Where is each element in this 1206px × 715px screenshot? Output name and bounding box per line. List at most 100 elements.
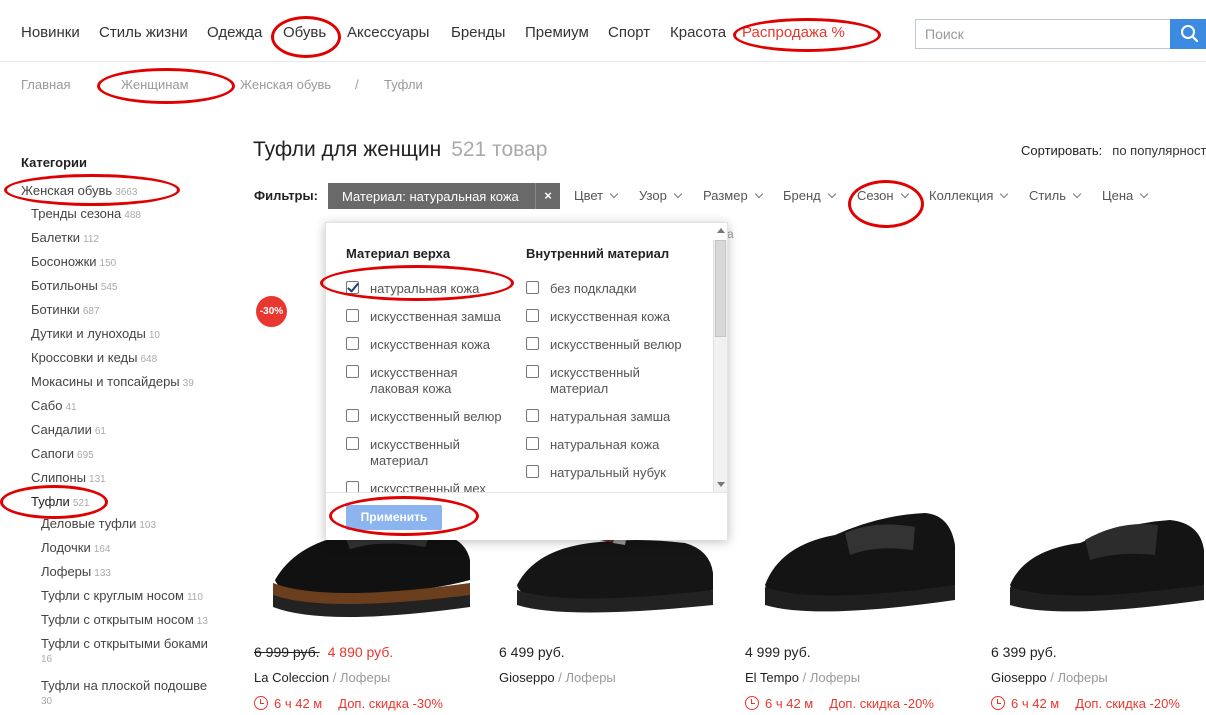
- dropdown-footer: Применить: [326, 492, 727, 540]
- brand-name: Gioseppo: [991, 670, 1047, 685]
- active-filter-text: Материал: натуральная кожа: [342, 189, 519, 204]
- product-brand-1[interactable]: La Coleccion / Лоферы: [254, 670, 390, 685]
- filters-label: Фильтры:: [254, 188, 318, 203]
- sidebar-item-sandals[interactable]: Сандалии 61: [31, 422, 106, 440]
- filter-season[interactable]: Сезон: [857, 188, 909, 203]
- checkbox[interactable]: [346, 409, 359, 422]
- apply-button[interactable]: Применить: [346, 505, 442, 530]
- sidebar-item-count: 103: [139, 520, 157, 531]
- discount-badge: -30%: [256, 296, 287, 327]
- sidebar-item-count: 521: [72, 498, 90, 509]
- checkbox[interactable]: [346, 337, 359, 350]
- product-brand-3[interactable]: El Tempo / Лоферы: [745, 670, 860, 685]
- nav-item-lifestyle[interactable]: Стиль жизни: [99, 24, 188, 41]
- nav-item-beauty[interactable]: Красота: [670, 24, 726, 41]
- sidebar-item-label: Босоножки: [31, 254, 97, 269]
- sidebar-item-sneakers[interactable]: Кроссовки и кеды 648: [31, 350, 157, 368]
- filter-size[interactable]: Размер: [703, 188, 763, 203]
- sidebar-item-count: 3663: [115, 187, 138, 198]
- sort-value[interactable]: по популярности: [1112, 143, 1206, 158]
- sidebar-item-trends[interactable]: Тренды сезона 488: [31, 206, 141, 224]
- sidebar-subitem-flat-sole[interactable]: Туфли на плоской подошве 30: [41, 678, 207, 710]
- sidebar-subitem-round-toe[interactable]: Туфли с круглым носом 110: [41, 588, 203, 606]
- checkbox[interactable]: [526, 281, 539, 294]
- filter-color[interactable]: Цвет: [574, 188, 619, 203]
- chevron-down-icon: [1140, 189, 1149, 199]
- breadcrumb-women[interactable]: Женщинам: [121, 77, 189, 92]
- product-brand-2[interactable]: Gioseppo / Лоферы: [499, 670, 616, 685]
- sidebar-subitem-business[interactable]: Деловые туфли 103: [41, 516, 156, 534]
- sidebar-item-women-shoes[interactable]: Женская обувь 3663: [21, 183, 137, 201]
- active-filter-chip[interactable]: Материал: натуральная кожа ×: [328, 183, 560, 209]
- filter-label: Коллекция: [929, 188, 994, 203]
- chevron-down-icon: [827, 189, 837, 199]
- sidebar-subitem-open-sides[interactable]: Туфли с открытыми боками 16: [41, 636, 208, 668]
- checkbox[interactable]: [526, 409, 539, 422]
- filter-pattern[interactable]: Узор: [639, 188, 683, 203]
- product-image-4[interactable]: [1000, 455, 1206, 630]
- breadcrumb-women-shoes[interactable]: Женская обувь: [240, 77, 331, 92]
- product-image-3[interactable]: [755, 455, 965, 630]
- sidebar-item-label: Сабо: [31, 398, 63, 413]
- sidebar-item-ankle-boots[interactable]: Ботильоны 545: [31, 278, 118, 296]
- checkbox-checked[interactable]: [346, 281, 359, 294]
- sidebar-item-label: Женская обувь: [21, 183, 113, 198]
- sidebar-subitem-pumps[interactable]: Лодочки 164: [41, 540, 110, 558]
- sidebar-item-ballet-flats[interactable]: Балетки 112: [31, 230, 99, 248]
- sidebar-item-moccasins[interactable]: Мокасины и топсайдеры 39: [31, 374, 194, 392]
- checkbox[interactable]: [346, 365, 359, 378]
- checkbox[interactable]: [526, 365, 539, 378]
- search-button[interactable]: [1170, 19, 1206, 49]
- scroll-down-icon[interactable]: [717, 482, 725, 487]
- nav-item-premium[interactable]: Премиум: [525, 24, 589, 41]
- material-filter-dropdown: Материал верха Внутренний материал натур…: [325, 222, 728, 540]
- filter-price[interactable]: Цена: [1102, 188, 1149, 203]
- product-promo-4: 6 ч 42 м Доп. скидка -20%: [991, 694, 1180, 711]
- nav-item-clothes[interactable]: Одежда: [207, 24, 262, 41]
- nav-item-sale[interactable]: Распродажа %: [742, 24, 845, 41]
- sidebar-item-slip-ons[interactable]: Слипоны 131: [31, 470, 106, 488]
- product-brand-4[interactable]: Gioseppo / Лоферы: [991, 670, 1108, 685]
- sidebar-item-label: Туфли с круглым носом: [41, 588, 184, 603]
- scroll-up-icon[interactable]: [717, 228, 725, 233]
- checkbox[interactable]: [526, 337, 539, 350]
- clock-icon: [745, 696, 759, 710]
- sidebar-item-clogs[interactable]: Сабо 41: [31, 398, 77, 416]
- nav-item-sport[interactable]: Спорт: [608, 24, 650, 41]
- remove-filter-button[interactable]: ×: [535, 183, 560, 209]
- sidebar-item-sandals-open[interactable]: Босоножки 150: [31, 254, 116, 272]
- sidebar-item-boots[interactable]: Ботинки 687: [31, 302, 100, 320]
- sidebar-item-tall-boots[interactable]: Сапоги 695: [31, 446, 94, 464]
- sidebar-item-label: Слипоны: [31, 470, 87, 485]
- product-price-1: 6 999 руб. 4 890 руб.: [254, 644, 393, 660]
- nav-item-brands[interactable]: Бренды: [451, 24, 505, 41]
- sidebar-item-count: 13: [196, 616, 208, 627]
- checkbox[interactable]: [526, 437, 539, 450]
- lining-material-heading: Внутренний материал: [526, 246, 670, 261]
- filter-brand[interactable]: Бренд: [783, 188, 837, 203]
- filter-label: Бренд: [783, 188, 821, 203]
- sort-control[interactable]: Сортировать: по популярности: [1021, 143, 1206, 158]
- search-input[interactable]: [915, 19, 1171, 49]
- scroll-thumb[interactable]: [715, 240, 726, 337]
- checkbox[interactable]: [346, 309, 359, 322]
- nav-item-novinki[interactable]: Новинки: [21, 24, 80, 41]
- chevron-down-icon: [609, 189, 619, 199]
- filter-collection[interactable]: Коллекция: [929, 188, 1009, 203]
- nav-item-shoes[interactable]: Обувь: [283, 24, 326, 41]
- sidebar-item-label: Туфли: [31, 494, 70, 509]
- clock-icon: [254, 696, 268, 710]
- sidebar-item-shoes-active[interactable]: Туфли 521: [31, 494, 90, 512]
- sidebar-item-moon-boots[interactable]: Дутики и луноходы 10: [31, 326, 160, 344]
- sidebar-subitem-loafers[interactable]: Лоферы 133: [41, 564, 111, 582]
- sidebar-subitem-open-toe[interactable]: Туфли с открытым носом 13: [41, 612, 208, 630]
- checkbox[interactable]: [526, 309, 539, 322]
- checkbox[interactable]: [346, 437, 359, 450]
- checkbox[interactable]: [526, 465, 539, 478]
- breadcrumb-home[interactable]: Главная: [21, 77, 70, 92]
- dropdown-scrollbar[interactable]: [713, 228, 727, 493]
- sidebar-item-count: 133: [94, 568, 111, 579]
- nav-item-accessories[interactable]: Аксессуары: [347, 24, 429, 41]
- filter-style[interactable]: Стиль: [1029, 188, 1082, 203]
- new-price: 4 890 руб.: [327, 644, 394, 660]
